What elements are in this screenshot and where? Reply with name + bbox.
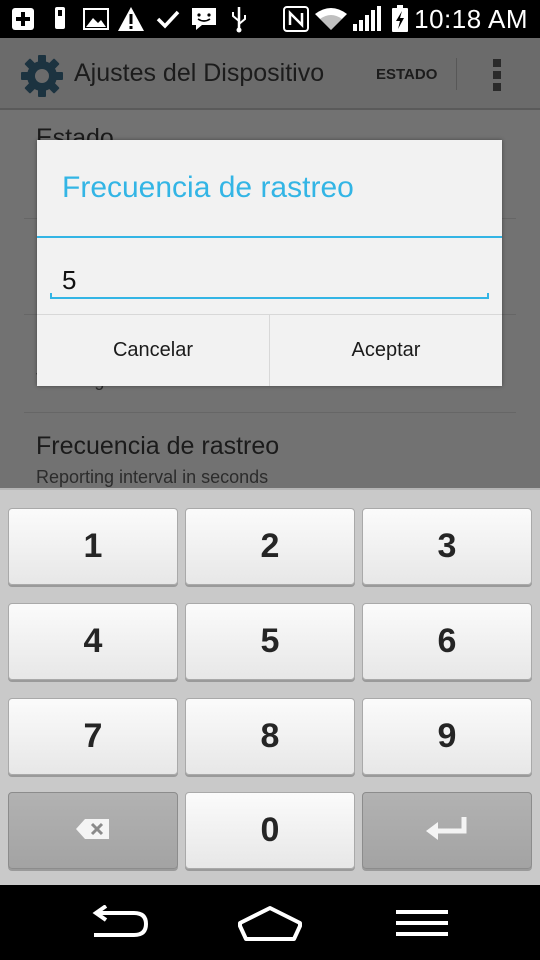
- list-item-subtitle: Reporting interval in seconds: [36, 467, 269, 487]
- image-icon: [83, 5, 109, 33]
- menu-icon[interactable]: [394, 903, 450, 943]
- appbar-divider: [456, 58, 457, 90]
- gear-icon: [20, 54, 64, 98]
- estado-button[interactable]: ESTADO: [376, 66, 437, 83]
- list-divider: [24, 412, 516, 413]
- input-underline: [50, 293, 489, 299]
- cancel-button[interactable]: Cancelar: [37, 315, 269, 386]
- usb-icon: [228, 5, 250, 33]
- frequency-input[interactable]: [50, 258, 488, 302]
- signal-icon: [352, 5, 382, 33]
- key-3[interactable]: 3: [362, 508, 532, 585]
- accept-button[interactable]: Aceptar: [269, 315, 502, 386]
- usb-icon: [50, 5, 70, 33]
- navigation-bar: [0, 885, 540, 960]
- app-title: Ajustes del Dispositivo: [74, 59, 325, 87]
- key-1[interactable]: 1: [8, 508, 178, 585]
- dialog-button-row: Cancelar Aceptar: [37, 314, 502, 386]
- back-icon[interactable]: [84, 903, 150, 943]
- key-6[interactable]: 6: [362, 603, 532, 680]
- overflow-menu-icon[interactable]: [490, 58, 504, 92]
- backspace-icon: [75, 811, 111, 850]
- home-icon[interactable]: [236, 903, 304, 943]
- plus-icon: [10, 5, 36, 33]
- app-bar: Ajustes del Dispositivo ESTADO: [0, 38, 540, 110]
- list-item-title: Frecuencia de rastreo: [36, 432, 280, 460]
- status-bar: 10:18 AM: [0, 0, 540, 38]
- backspace-key[interactable]: [8, 792, 178, 869]
- message-icon: [190, 5, 218, 33]
- wifi-icon: [314, 5, 348, 33]
- enter-icon: [424, 811, 470, 850]
- clock: 10:18 AM: [414, 4, 528, 34]
- warning-icon: [117, 5, 145, 33]
- dialog-title: Frecuencia de rastreo: [62, 171, 354, 204]
- battery-charging-icon: [391, 5, 409, 33]
- key-5[interactable]: 5: [185, 603, 355, 680]
- key-9[interactable]: 9: [362, 698, 532, 775]
- list-item[interactable]: Frecuencia de rastreo Reporting interval…: [36, 432, 279, 488]
- numeric-keypad: 1 2 3 4 5 6 7 8 9 0: [0, 488, 540, 885]
- key-7[interactable]: 7: [8, 698, 178, 775]
- key-8[interactable]: 8: [185, 698, 355, 775]
- check-icon: [156, 5, 180, 33]
- nfc-icon: [283, 5, 309, 33]
- key-2[interactable]: 2: [185, 508, 355, 585]
- key-4[interactable]: 4: [8, 603, 178, 680]
- dialog-title-divider: [37, 236, 502, 238]
- frequency-dialog: Frecuencia de rastreo Cancelar Aceptar: [37, 140, 502, 386]
- key-0[interactable]: 0: [185, 792, 355, 869]
- enter-key[interactable]: [362, 792, 532, 869]
